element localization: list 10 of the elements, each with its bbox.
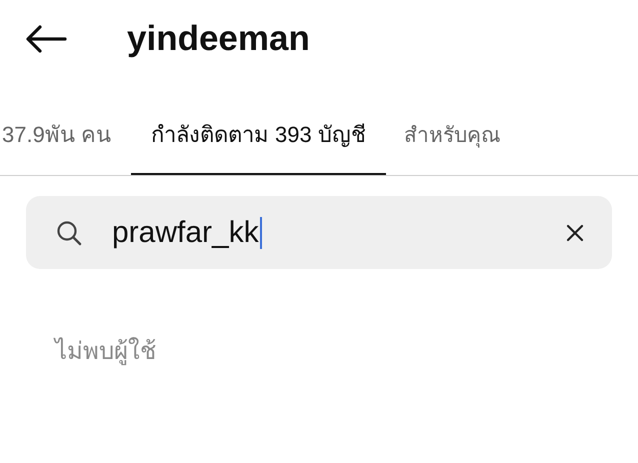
profile-username: yindeeman xyxy=(127,19,310,59)
search-query: prawfar_kk xyxy=(112,216,259,250)
tab[interactable]: กำลังติดตาม 393 บัญชี xyxy=(130,96,386,175)
back-arrow-icon[interactable] xyxy=(25,25,67,53)
clear-icon[interactable] xyxy=(566,224,584,242)
search-field[interactable]: prawfar_kk xyxy=(26,196,612,269)
no-results-message: ไม่พบผู้ใช้ xyxy=(55,336,156,368)
search-icon xyxy=(56,220,82,246)
tab[interactable]: 37.9พัน คน xyxy=(0,96,131,175)
tab[interactable]: สำหรับคุณ xyxy=(386,96,500,175)
